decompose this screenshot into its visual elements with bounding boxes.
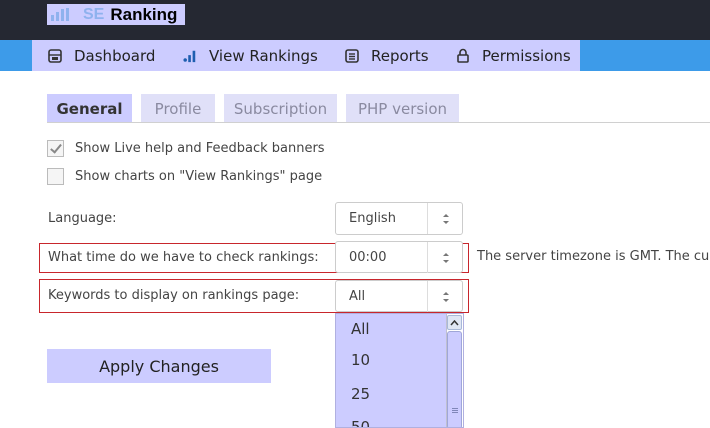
language-select[interactable]: English bbox=[335, 202, 463, 235]
select-divider bbox=[427, 203, 428, 234]
keywords-dropdown-list[interactable]: All 10 25 50 bbox=[335, 313, 464, 428]
dropdown-option-10[interactable]: 10 bbox=[351, 351, 370, 369]
dropdown-scrollbar[interactable] bbox=[446, 314, 463, 427]
nav-item-view-rankings[interactable]: View Rankings bbox=[183, 40, 318, 71]
main-nav: Dashboard View Rankings Reports Permissi… bbox=[0, 40, 710, 71]
tab-php-version-label: PHP version bbox=[357, 99, 448, 118]
check-time-select[interactable]: 00:00 bbox=[335, 241, 463, 273]
scroll-up-icon[interactable] bbox=[447, 315, 462, 330]
tab-subscription[interactable]: Subscription bbox=[224, 94, 337, 123]
tab-divider bbox=[47, 122, 710, 123]
tab-profile-label: Profile bbox=[154, 99, 202, 118]
apply-changes-button[interactable]: Apply Changes bbox=[47, 349, 271, 383]
dashboard-icon bbox=[48, 48, 62, 63]
lock-icon bbox=[456, 48, 470, 63]
charts-option[interactable]: Show charts on "View Rankings" page bbox=[47, 168, 322, 185]
tab-general-label: General bbox=[56, 99, 123, 118]
logo[interactable]: SE Ranking bbox=[47, 4, 185, 25]
live-help-label: Show Live help and Feedback banners bbox=[75, 141, 325, 156]
bar-chart-icon bbox=[183, 49, 197, 63]
timezone-note: The server timezone is GMT. The curre bbox=[477, 249, 710, 264]
nav-label-reports: Reports bbox=[371, 46, 429, 65]
charts-checkbox[interactable] bbox=[47, 168, 64, 185]
charts-label: Show charts on "View Rankings" page bbox=[75, 169, 323, 184]
logo-prefix: SE bbox=[83, 5, 105, 23]
select-divider bbox=[427, 281, 428, 312]
list-icon bbox=[345, 48, 359, 63]
keywords-value: All bbox=[349, 289, 366, 304]
language-label: Language: bbox=[48, 211, 117, 226]
top-bar: SE Ranking bbox=[0, 0, 710, 40]
sort-arrows-icon bbox=[443, 292, 449, 302]
nav-item-dashboard[interactable]: Dashboard bbox=[48, 40, 155, 71]
sort-arrows-icon bbox=[443, 253, 449, 263]
tab-profile[interactable]: Profile bbox=[141, 94, 215, 123]
dropdown-option-all[interactable]: All bbox=[351, 320, 370, 338]
scroll-thumb[interactable] bbox=[447, 331, 462, 427]
tab-subscription-label: Subscription bbox=[233, 99, 328, 118]
dropdown-option-25[interactable]: 25 bbox=[351, 385, 370, 403]
logo-bars-icon bbox=[51, 8, 73, 21]
live-help-option[interactable]: Show Live help and Feedback banners bbox=[47, 140, 325, 157]
nav-item-reports[interactable]: Reports bbox=[345, 40, 429, 71]
check-time-value: 00:00 bbox=[349, 250, 387, 265]
nav-label-view-rankings: View Rankings bbox=[209, 46, 318, 65]
language-value: English bbox=[349, 211, 396, 226]
dropdown-option-50[interactable]: 50 bbox=[351, 418, 370, 427]
live-help-checkbox[interactable] bbox=[47, 140, 64, 157]
select-divider bbox=[427, 242, 428, 273]
sort-arrows-icon bbox=[443, 214, 449, 224]
keywords-select[interactable]: All bbox=[335, 280, 463, 312]
check-time-label: What time do we have to check rankings: bbox=[48, 250, 319, 265]
nav-item-permissions[interactable]: Permissions bbox=[456, 40, 571, 71]
nav-label-dashboard: Dashboard bbox=[74, 46, 156, 65]
keywords-label: Keywords to display on rankings page: bbox=[48, 288, 300, 303]
tab-php-version[interactable]: PHP version bbox=[346, 94, 459, 123]
nav-label-permissions: Permissions bbox=[482, 46, 571, 65]
tab-general[interactable]: General bbox=[47, 94, 132, 123]
logo-name: Ranking bbox=[110, 4, 178, 24]
